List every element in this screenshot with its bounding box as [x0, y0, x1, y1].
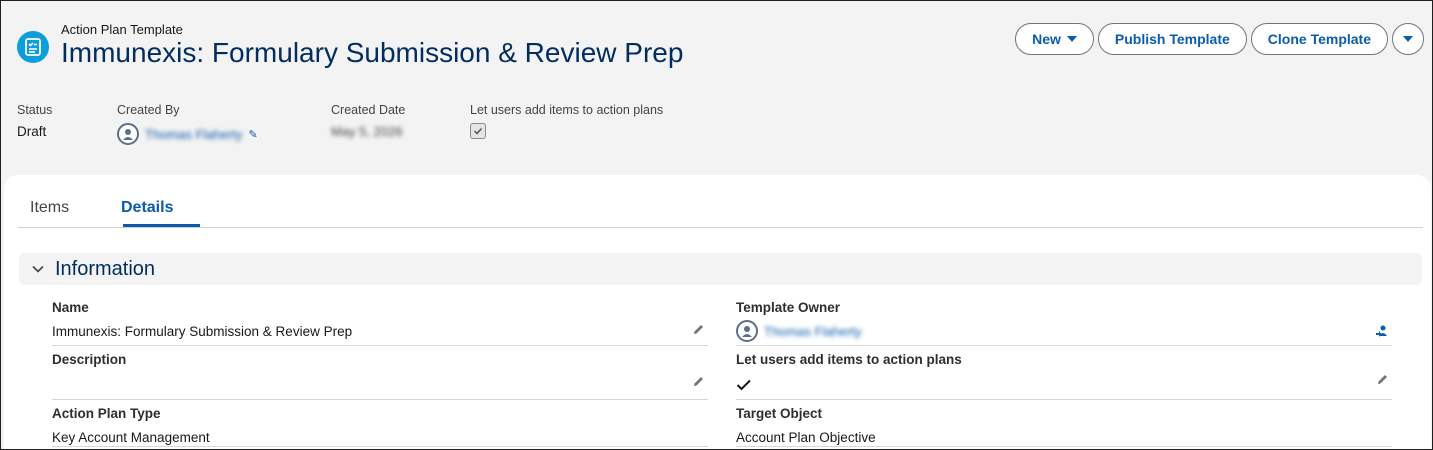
owner-link[interactable]: Thomas Flaherty: [764, 324, 862, 339]
page-title: Immunexis: Formulary Submission & Review…: [61, 37, 684, 68]
chevron-down-icon: [32, 265, 44, 273]
highlight-created-by: Created By Thomas Flaherty ✎: [117, 103, 258, 145]
edit-pencil-icon[interactable]: [690, 321, 706, 337]
change-owner-icon[interactable]: [1374, 323, 1390, 339]
let-users-field-label: Let users add items to action plans: [736, 352, 962, 367]
plan-type-value: Key Account Management: [52, 429, 210, 445]
highlight-status: Status Draft: [17, 103, 52, 139]
divider: [52, 446, 708, 447]
more-actions-button[interactable]: [1392, 23, 1424, 55]
field-action-plan-type: Action Plan Type Key Account Management: [52, 406, 708, 450]
description-value: [52, 373, 708, 393]
highlight-let-users: Let users add items to action plans: [470, 103, 663, 139]
checkmark-icon: [473, 127, 483, 135]
tab-items[interactable]: Items: [30, 199, 69, 217]
divider: [52, 345, 708, 346]
section-title: Information: [55, 257, 156, 280]
edit-pencil-icon[interactable]: [1374, 371, 1390, 387]
avatar: [736, 320, 758, 342]
caret-down-icon: [1066, 36, 1077, 42]
owner-label: Template Owner: [736, 300, 841, 315]
name-label: Name: [52, 300, 89, 315]
detail-card: Items Details Information Name Immunexis…: [4, 175, 1431, 450]
created-date-value: May 5, 2026: [331, 124, 403, 139]
new-button-label: New: [1032, 31, 1061, 47]
field-name: Name Immunexis: Formulary Submission & R…: [52, 300, 708, 345]
description-label: Description: [52, 352, 127, 367]
checklist-icon: [17, 31, 49, 63]
plan-type-label: Action Plan Type: [52, 406, 161, 421]
let-users-row: [470, 123, 663, 139]
action-buttons: New Publish Template Clone Template: [1015, 23, 1424, 55]
section-information-toggle[interactable]: Information: [19, 253, 1422, 285]
let-users-label: Let users add items to action plans: [470, 103, 664, 117]
let-users-checkbox: [470, 123, 486, 139]
field-target-object: Target Object Account Plan Objective: [736, 406, 1392, 450]
record-header: Action Plan Template Immunexis: Formular…: [0, 0, 1433, 175]
created-by-label: Created By: [117, 103, 180, 117]
tab-details[interactable]: Details: [121, 199, 173, 217]
edit-pencil-icon[interactable]: [690, 373, 706, 389]
highlight-created-date: Created Date May 5, 2026: [331, 103, 405, 139]
chevron-down-icon: [1403, 36, 1413, 42]
divider: [52, 399, 708, 400]
publish-template-button[interactable]: Publish Template: [1097, 23, 1247, 55]
status-label: Status: [17, 103, 53, 117]
created-date-row: May 5, 2026: [331, 124, 405, 139]
active-tab-indicator: [123, 224, 200, 227]
owner-value-row: Thomas Flaherty: [736, 320, 1392, 342]
let-users-field-value: [736, 375, 1392, 395]
new-button[interactable]: New: [1015, 23, 1094, 55]
field-let-users-add-items: Let users add items to action plans: [736, 352, 1392, 397]
target-label: Target Object: [736, 406, 823, 421]
created-by-link[interactable]: Thomas Flaherty: [145, 127, 243, 142]
avatar: [117, 123, 139, 145]
created-by-value-row: Thomas Flaherty ✎: [117, 123, 258, 145]
divider: [736, 446, 1392, 447]
status-value: Draft: [17, 124, 47, 139]
field-template-owner: Template Owner Thomas Flaherty: [736, 300, 1392, 345]
clone-template-button[interactable]: Clone Template: [1250, 23, 1388, 55]
checkmark-icon: [736, 379, 751, 391]
divider: [736, 345, 1392, 346]
divider: [736, 399, 1392, 400]
name-value: Immunexis: Formulary Submission & Review…: [52, 323, 353, 339]
target-value: Account Plan Objective: [736, 429, 876, 445]
user-card-icon: ✎: [248, 128, 258, 141]
created-date-label: Created Date: [331, 103, 406, 117]
object-type-label: Action Plan Template: [61, 22, 183, 37]
tab-bar: Items Details: [18, 175, 1423, 228]
field-description: Description: [52, 352, 708, 397]
